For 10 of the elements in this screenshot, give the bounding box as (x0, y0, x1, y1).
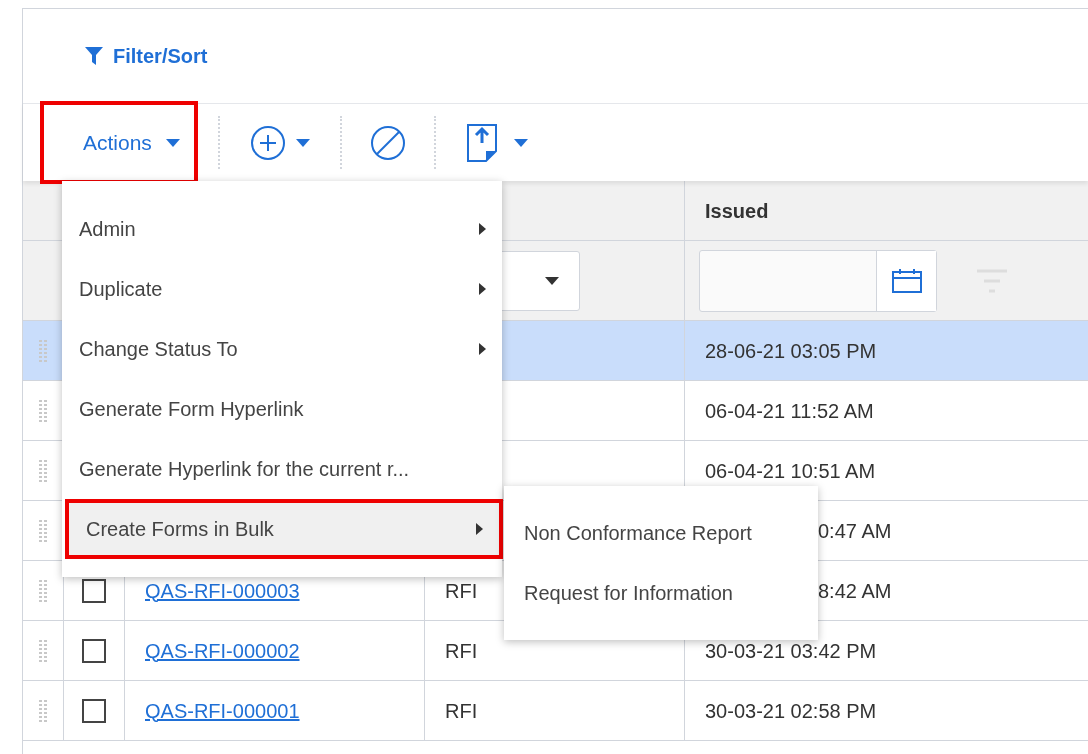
table-cell-text: 8:42 AM (818, 578, 892, 604)
table-cell-text: 0:47 AM (818, 518, 892, 544)
table-cell-text: RFI (445, 578, 478, 604)
table-cell-text: RFI (445, 698, 478, 724)
table-cell-text: 30-03-21 02:58 PM (705, 698, 877, 724)
table-cell-text: 30-03-21 03:42 PM (705, 638, 877, 664)
table-cell-text: 28-06-21 03:05 PM (705, 338, 877, 364)
table-cell-text: 06-04-21 10:51 AM (705, 458, 876, 484)
table-cell-text: 06-04-21 11:52 AM (705, 398, 874, 424)
table-cell-text: RFI (445, 638, 478, 664)
